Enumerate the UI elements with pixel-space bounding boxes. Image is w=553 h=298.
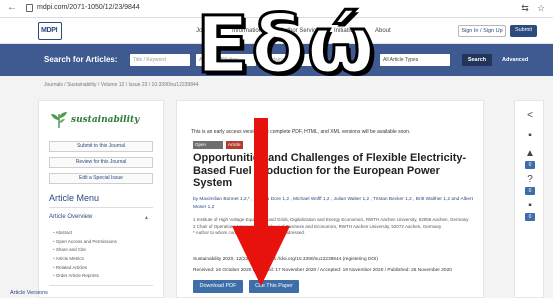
question-icon[interactable]: ?: [524, 175, 536, 185]
list-item[interactable]: Order Article Reprints: [53, 272, 117, 281]
nav-about[interactable]: About: [375, 28, 391, 34]
overview-list: Abstract Open Access and Permissions Sha…: [53, 229, 117, 281]
count-badge: 0: [525, 187, 535, 195]
count-badge: 0: [525, 213, 535, 221]
article-panel: This is an early access version, the com…: [176, 100, 484, 298]
title-keyword-input[interactable]: Title / Keyword: [130, 54, 190, 66]
sign-in-button[interactable]: Sign In / Sign Up: [458, 25, 506, 37]
article-type-select[interactable]: All Article Types: [380, 54, 450, 66]
submit-to-journal-button[interactable]: Submit to this Journal: [49, 141, 153, 152]
back-icon[interactable]: ←: [7, 2, 17, 13]
count-badge: 0: [525, 161, 535, 169]
list-item[interactable]: Article Metrics: [53, 255, 117, 264]
translate-icon[interactable]: ⇆: [520, 3, 530, 13]
article-menu-heading: Article Menu: [49, 193, 100, 203]
mdpi-logo[interactable]: MDPI: [38, 22, 62, 40]
star-icon[interactable]: ☆: [536, 3, 546, 13]
red-arrow-icon: [232, 118, 290, 286]
open-access-badge: Open Access: [193, 141, 223, 155]
divider: [49, 207, 153, 208]
divider: [49, 285, 153, 286]
left-sidebar: sustainability Submit to this Journal Re…: [38, 100, 164, 298]
early-access-note: This is an early access version, the com…: [191, 129, 411, 135]
list-item[interactable]: Share and Cite: [53, 246, 117, 255]
chevron-up-icon[interactable]: ▴: [145, 214, 148, 221]
logo-text: MDPI: [41, 27, 58, 34]
edit-special-issue-button[interactable]: Edit a Special Issue: [49, 173, 153, 184]
submit-button[interactable]: Submit: [510, 25, 537, 37]
comment-icon[interactable]: ▪: [524, 131, 536, 141]
sustainability-leaf-icon: [51, 112, 67, 129]
comment-icon[interactable]: ▪: [524, 201, 536, 211]
list-item[interactable]: Related Articles: [53, 264, 117, 273]
review-for-journal-button[interactable]: Review for this Journal: [49, 157, 153, 168]
list-item[interactable]: Open Access and Permissions: [53, 238, 117, 247]
overlay-greek-word: Εδώ: [195, 1, 377, 91]
address-bar[interactable]: mdpi.com/2071-1050/12/23/9844: [37, 4, 140, 11]
share-icon[interactable]: <: [524, 111, 536, 121]
search-button[interactable]: Search: [462, 54, 492, 66]
lock-icon: [26, 4, 33, 12]
right-rail: < ▪ ▲ 0 ? 0 ▪ 0: [514, 100, 544, 298]
like-icon[interactable]: ▲: [524, 149, 536, 159]
article-versions-toggle[interactable]: Article Versions: [10, 290, 48, 296]
advanced-search-link[interactable]: Advanced: [502, 57, 528, 63]
list-item[interactable]: Abstract: [53, 229, 117, 238]
breadcrumb[interactable]: Journals / Sustainability / Volume 12 / …: [44, 82, 199, 88]
article-overview-toggle[interactable]: Article Overview: [49, 214, 92, 220]
search-label: Search for Articles:: [44, 55, 118, 64]
journal-name[interactable]: sustainability: [71, 115, 139, 125]
